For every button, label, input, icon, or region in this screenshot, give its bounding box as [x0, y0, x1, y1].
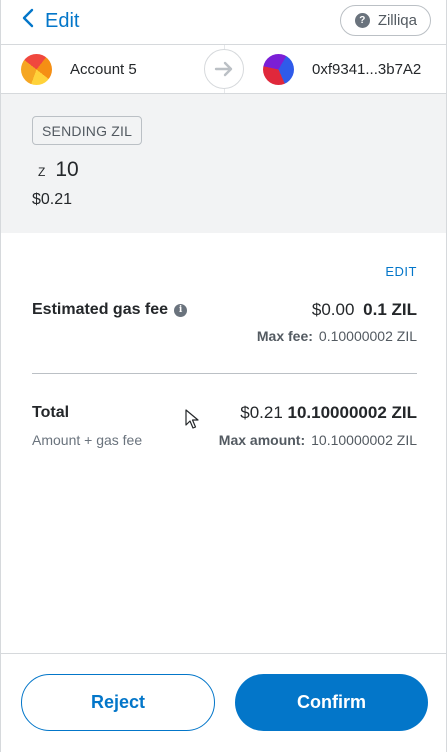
gas-fee-fiat: $0.00 [311, 300, 355, 319]
max-fee-line: Max fee: 0.10000002 ZIL [257, 328, 417, 344]
recipient-avatar [263, 53, 294, 85]
max-fee-value: 0.10000002 ZIL [318, 328, 417, 344]
action-footer: Reject Confirm [1, 653, 446, 752]
max-fee-label: Max fee: [256, 328, 313, 344]
edit-gas-link[interactable]: EDIT [385, 264, 417, 279]
question-icon: ? [354, 13, 370, 28]
page-header: Edit ? Zilliqa [1, 0, 446, 44]
total-native: 10.10000002 ZIL [287, 403, 417, 422]
sending-tag: SENDING ZIL [32, 116, 143, 145]
max-amount-label: Max amount: [218, 432, 306, 448]
back-label: Edit [45, 10, 80, 32]
confirm-button[interactable]: Confirm [235, 674, 428, 731]
section-divider [32, 373, 417, 374]
max-amount-value: 10.10000002 ZIL [311, 432, 417, 448]
edit-back-button[interactable]: Edit [21, 8, 79, 34]
gas-fee-values: $0.00 0.1 ZIL [312, 300, 417, 320]
confirm-transaction-page: Edit ? Zilliqa Account 5 0xf9341...3b7A2… [0, 0, 447, 752]
recipient-account[interactable]: 0xf9341...3b7A2 [263, 45, 421, 93]
reject-button[interactable]: Reject [21, 674, 215, 731]
sending-summary-panel: SENDING ZIL Z 10 $0.21 [1, 94, 446, 233]
network-selector[interactable]: ? Zilliqa [339, 5, 431, 36]
sender-account[interactable]: Account 5 [21, 45, 137, 93]
arrow-right-icon [204, 49, 244, 89]
info-icon[interactable]: i [174, 303, 188, 317]
chevron-left-icon [21, 8, 35, 34]
sender-name: Account 5 [70, 60, 137, 78]
gas-fee-title: Estimated gas fee i [32, 301, 188, 319]
total-fiat: $0.21 [240, 403, 283, 422]
amount-fiat: $0.21 [32, 191, 73, 208]
mouse-pointer-icon [185, 409, 199, 429]
max-amount-line: Max amount: 10.10000002 ZIL [219, 432, 417, 448]
total-title: Total [32, 404, 70, 421]
sender-recipient-bar: Account 5 0xf9341...3b7A2 [1, 44, 446, 94]
recipient-address: 0xf9341...3b7A2 [312, 60, 422, 78]
account-avatar [21, 53, 52, 85]
total-subtitle: Amount + gas fee [32, 432, 143, 448]
total-values: $0.21 10.10000002 ZIL [240, 403, 417, 423]
gas-fee-native: 0.1 ZIL [363, 300, 417, 319]
sending-amount: Z 10 [38, 158, 79, 182]
amount-value: 10 [55, 158, 79, 181]
network-label: Zilliqa [377, 12, 417, 29]
currency-symbol: Z [38, 165, 46, 179]
gas-fee-label: Estimated gas fee [32, 301, 169, 318]
